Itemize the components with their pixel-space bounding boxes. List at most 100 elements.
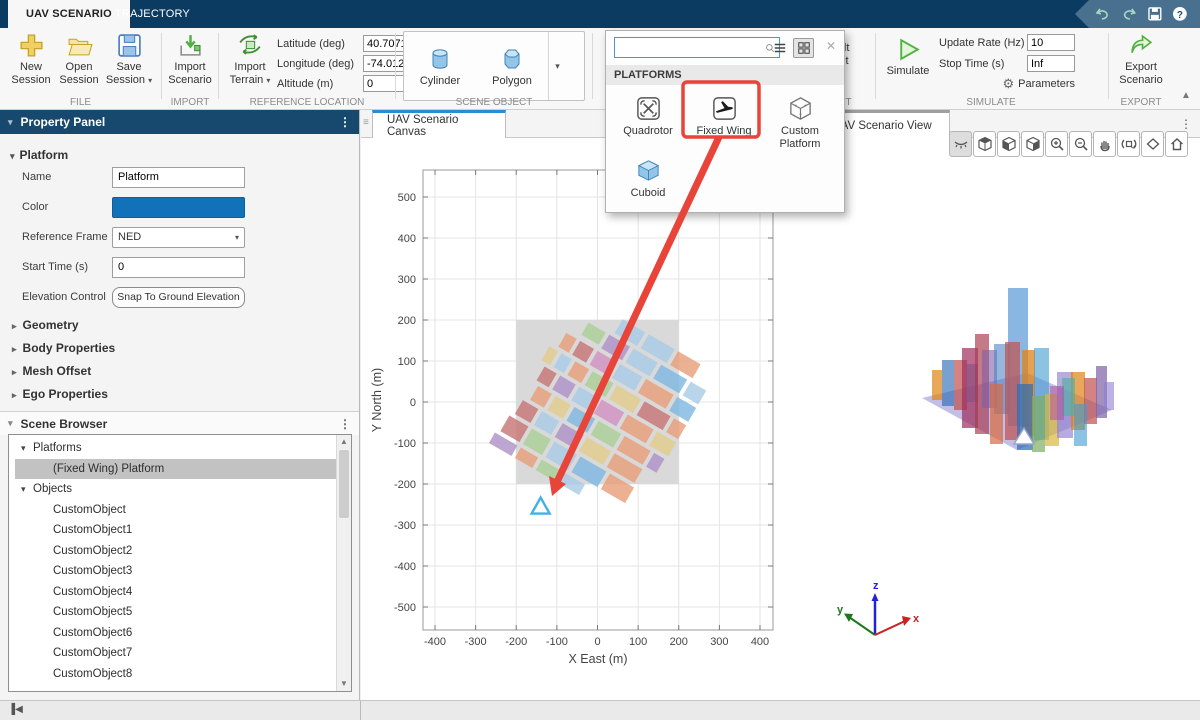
save-icon[interactable] — [1147, 5, 1163, 23]
platform-group-header[interactable]: ▾ Platform — [10, 148, 359, 162]
scroll-thumb[interactable] — [339, 450, 349, 518]
pan-hand-icon — [1099, 141, 1110, 152]
zoom-out-button[interactable] — [1069, 131, 1092, 157]
snap-to-ground-elevation-button[interactable]: Snap To Ground Elevation — [112, 286, 245, 308]
tree-item-customobject5[interactable]: CustomObject5 — [15, 602, 351, 623]
tree-item-customobject7[interactable]: CustomObject7 — [15, 643, 351, 664]
zoom-in-button[interactable] — [1045, 131, 1068, 157]
left-panel: ▾ Property Panel ⋮ ▾Platform Name Color … — [0, 110, 360, 700]
panel-menu-icon[interactable]: ⋮ — [339, 417, 351, 431]
import-terrain-button[interactable]: Import Terrain ▾ — [223, 32, 277, 87]
scene-browser-header[interactable]: ▾ Scene Browser ⋮ — [0, 411, 359, 435]
view-cube-left-button[interactable] — [997, 131, 1020, 157]
tree-scrollbar[interactable]: ▲ ▼ — [336, 435, 351, 691]
tree-item-customobject[interactable]: CustomObject — [15, 500, 351, 521]
svg-text:-100: -100 — [546, 636, 568, 648]
start-time-input[interactable] — [112, 256, 245, 278]
gallery-item-custom-platform[interactable]: Custom Platform — [762, 89, 838, 151]
grid-view-icon — [797, 42, 810, 54]
stop-time-input[interactable] — [1027, 55, 1075, 72]
import-scenario-icon — [179, 35, 201, 56]
svg-text:0: 0 — [594, 636, 600, 648]
scenario-2d-plot[interactable]: -400 -300 -200 -100 0 100 200 300 400 -500 -400 -30… — [361, 138, 812, 700]
svg-text:400: 400 — [751, 636, 769, 648]
section-geometry[interactable]: ▸ Geometry — [12, 318, 359, 332]
panel-grip-icon[interactable]: ≡ — [363, 117, 369, 128]
gallery-search-input[interactable] — [615, 39, 765, 56]
new-session-button[interactable]: New Session — [4, 32, 58, 87]
home-button[interactable] — [1165, 131, 1188, 157]
save-session-button[interactable]: Save Session ▾ — [100, 32, 158, 87]
collapse-left-icon[interactable]: ▐◀ — [8, 704, 23, 715]
simulate-button[interactable]: Simulate — [881, 36, 935, 78]
scroll-down-icon[interactable]: ▼ — [337, 677, 351, 691]
tree-item-customobject8[interactable]: CustomObject8 — [15, 664, 351, 685]
section-body-properties[interactable]: ▸ Body Properties — [12, 341, 359, 355]
svg-text:200: 200 — [670, 636, 688, 648]
tree-item-customobject6[interactable]: CustomObject6 — [15, 623, 351, 644]
eye-closed-button[interactable] — [949, 131, 972, 157]
tab-trajectory[interactable]: TRAJECTORY — [97, 0, 208, 28]
ribbon-section-scene-object: Cylinder Polygon ▾ SCENE OBJECT — [397, 28, 591, 110]
status-bar: ▐◀ — [0, 700, 1200, 720]
platform-color-swatch[interactable] — [112, 196, 245, 218]
platform-name-input[interactable] — [112, 166, 245, 188]
reference-frame-dropdown[interactable]: NED ▾ — [112, 226, 245, 248]
pan-hand-button[interactable] — [1093, 131, 1116, 157]
tree-item-customobject4[interactable]: CustomObject4 — [15, 582, 351, 603]
svg-text:400: 400 — [398, 233, 416, 245]
gallery-item-fixed-wing[interactable]: Fixed Wing — [686, 89, 762, 151]
svg-text:200: 200 — [398, 315, 416, 327]
tree-item-customobject2[interactable]: CustomObject2 — [15, 541, 351, 562]
import-terrain-icon — [238, 34, 261, 55]
play-icon — [899, 38, 920, 61]
cylinder-icon — [432, 49, 448, 69]
polygon-button[interactable]: Polygon — [476, 32, 548, 100]
svg-text:-400: -400 — [424, 636, 446, 648]
restore-diamond-button[interactable] — [1141, 131, 1164, 157]
gallery-expand-button[interactable]: ▾ — [548, 32, 566, 100]
svg-text:-300: -300 — [394, 520, 416, 532]
tree-item-customobject3[interactable]: CustomObject3 — [15, 561, 351, 582]
grid-view-toggle[interactable] — [793, 38, 814, 58]
scroll-up-icon[interactable]: ▲ — [337, 435, 351, 449]
scenario-3d-view[interactable]: z y x — [812, 138, 1200, 700]
redo-icon[interactable] — [1121, 5, 1137, 23]
cylinder-button[interactable]: Cylinder — [404, 32, 476, 100]
tree-item-objects[interactable]: ▾ Objects — [15, 479, 351, 500]
section-ego-properties[interactable]: ▸ Ego Properties — [12, 387, 359, 401]
chevron-down-icon: ▾ — [266, 75, 271, 85]
open-session-button[interactable]: Open Session — [52, 32, 106, 87]
name-label: Name — [22, 171, 52, 183]
help-icon[interactable]: ? — [1172, 5, 1188, 23]
zoom-in-icon — [1050, 137, 1064, 151]
list-view-toggle[interactable] — [769, 38, 790, 58]
section-mesh-offset[interactable]: ▸ Mesh Offset — [12, 364, 359, 378]
gallery-item-quadrotor[interactable]: Quadrotor — [610, 89, 686, 151]
panel-menu-icon[interactable]: ⋮ — [1180, 117, 1192, 131]
collapse-triangle-icon[interactable]: ▾ — [8, 117, 13, 128]
parameters-button[interactable]: ⚙ Parameters — [939, 76, 1075, 92]
update-rate-input[interactable] — [1027, 34, 1075, 51]
tree-item-platforms[interactable]: ▾ Platforms — [15, 438, 351, 459]
property-panel-header[interactable]: ▾ Property Panel ⋮ — [0, 110, 359, 134]
svg-text:0: 0 — [410, 397, 416, 409]
collapse-ribbon-button[interactable]: ▲ — [1178, 91, 1194, 103]
tab-uav-scenario-canvas[interactable]: UAV Scenario Canvas — [372, 110, 506, 138]
gallery-item-cuboid[interactable]: Cuboid — [610, 151, 686, 200]
panel-menu-icon[interactable]: ⋮ — [339, 115, 351, 129]
undo-icon[interactable] — [1095, 5, 1111, 23]
svg-text:?: ? — [1177, 10, 1183, 21]
collapse-triangle-icon[interactable]: ▾ — [8, 418, 13, 429]
tree-item--fixed-wing-platform[interactable]: (Fixed Wing) Platform — [15, 458, 351, 479]
elevation-control-label: Elevation Control — [22, 291, 106, 303]
import-scenario-button[interactable]: Import Scenario — [163, 32, 217, 87]
stop-time-label: Stop Time (s) — [939, 57, 1005, 70]
tree-item-customobject1[interactable]: CustomObject1 — [15, 520, 351, 541]
view-cube-top-button[interactable] — [973, 131, 996, 157]
close-icon[interactable]: ✕ — [823, 38, 839, 54]
export-scenario-button[interactable]: Export Scenario — [1114, 32, 1168, 87]
rotate-3d-button[interactable] — [1117, 131, 1140, 157]
gallery-search-box[interactable] — [614, 37, 780, 58]
view-cube-right-button[interactable] — [1021, 131, 1044, 157]
